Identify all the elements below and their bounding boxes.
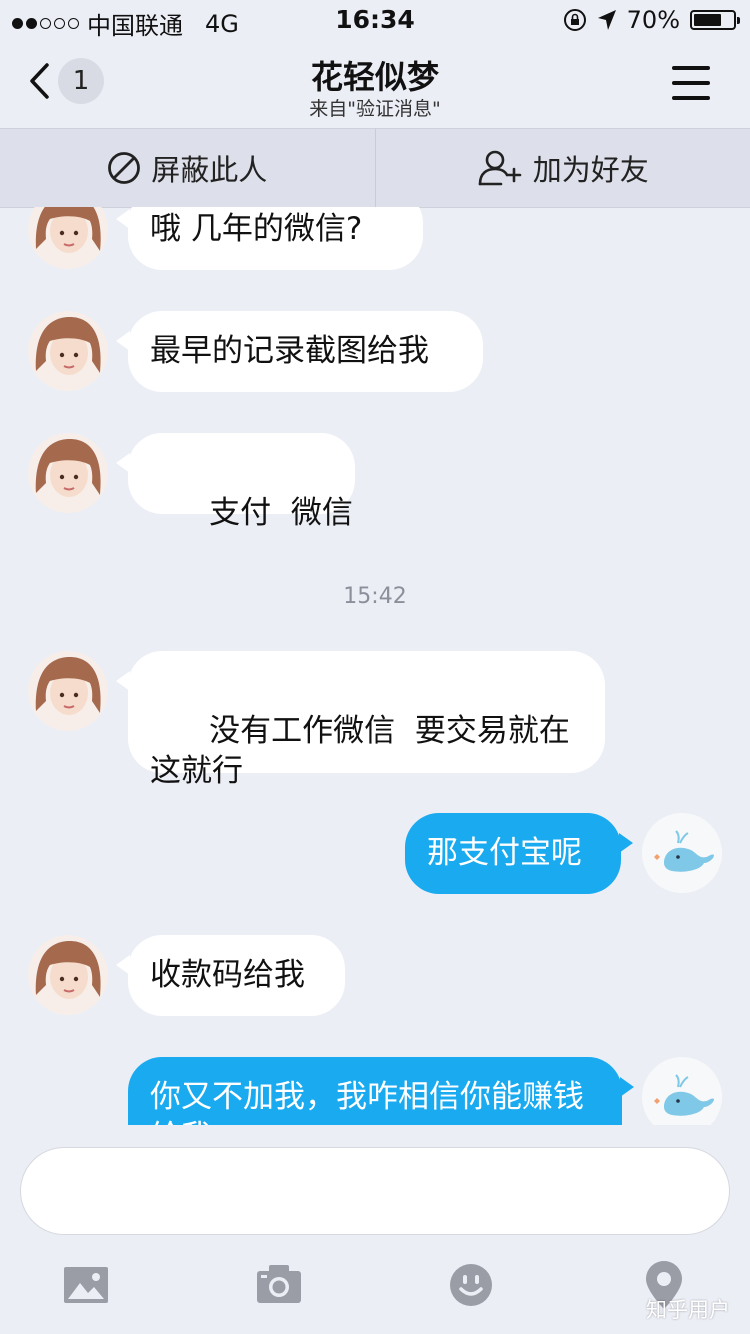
action-bar: 屏蔽此人 加为好友 — [0, 128, 750, 208]
block-icon — [108, 152, 141, 184]
block-user-button[interactable]: 屏蔽此人 — [0, 129, 375, 207]
battery-icon — [690, 10, 740, 30]
image-button[interactable] — [56, 1255, 116, 1315]
location-arrow-icon — [597, 10, 616, 30]
message-text: 支付 微信 — [209, 495, 353, 531]
camera-icon — [257, 1265, 301, 1303]
message-bubble[interactable]: 支付 微信 — [116, 433, 355, 531]
my-avatar[interactable] — [642, 1057, 722, 1125]
block-user-label: 屏蔽此人 — [151, 153, 268, 187]
contact-avatar[interactable] — [28, 935, 108, 1015]
add-friend-label: 加为好友 — [532, 153, 649, 187]
chat-list[interactable]: 哦 几年的微信? 最早的记录截图给我 支付 微信 15:42 没有工作微信 要交… — [0, 207, 750, 1125]
message-bubble[interactable]: 收款码给我 — [116, 935, 345, 1016]
message-bubble[interactable]: 哦 几年的微信? — [116, 207, 423, 270]
emoji-icon — [450, 1264, 492, 1306]
contact-avatar[interactable] — [28, 311, 108, 391]
message-bubble[interactable]: 没有工作微信 要交易就在这就行 — [116, 651, 605, 789]
status-bar: 中国联通 4G 16:34 70% — [0, 0, 750, 40]
message-text: 收款码给我 — [150, 957, 305, 993]
add-user-icon — [478, 150, 522, 186]
message-input[interactable] — [20, 1147, 730, 1235]
message-text: 那支付宝呢 — [427, 835, 582, 871]
rotation-lock-icon — [563, 9, 586, 31]
message-bubble[interactable]: 最早的记录截图给我 — [116, 311, 483, 392]
message-text: 最早的记录截图给我 — [150, 333, 429, 369]
contact-avatar[interactable] — [28, 433, 108, 513]
emoji-button[interactable] — [441, 1255, 501, 1315]
page-subtitle: 来自"验证消息" — [309, 98, 441, 120]
contact-avatar[interactable] — [28, 651, 108, 731]
composer-toolbar — [0, 1255, 750, 1315]
battery-percent: 70% — [626, 6, 680, 34]
composer — [0, 1125, 750, 1334]
camera-button[interactable] — [249, 1255, 309, 1315]
menu-button[interactable] — [672, 66, 710, 100]
message-bubble[interactable]: 你又不加我，我咋相信你能赚钱给我 — [128, 1057, 634, 1125]
message-text: 没有工作微信 要交易就在这就行 — [150, 713, 570, 789]
add-friend-button[interactable]: 加为好友 — [374, 129, 750, 207]
message-bubble[interactable]: 那支付宝呢 — [405, 813, 633, 894]
message-text: 哦 几年的微信? — [150, 211, 363, 247]
my-avatar[interactable] — [642, 813, 722, 893]
page-title: 花轻似梦 — [310, 58, 439, 96]
contact-avatar[interactable] — [28, 207, 108, 269]
message-text: 你又不加我，我咋相信你能赚钱给我 — [150, 1079, 584, 1125]
nav-bar: 1 花轻似梦 来自"验证消息" — [0, 40, 750, 128]
time-separator: 15:42 — [343, 584, 407, 609]
watermark: 知乎用户 — [646, 1298, 730, 1322]
status-right: 70% — [563, 6, 740, 34]
image-icon — [64, 1267, 108, 1303]
